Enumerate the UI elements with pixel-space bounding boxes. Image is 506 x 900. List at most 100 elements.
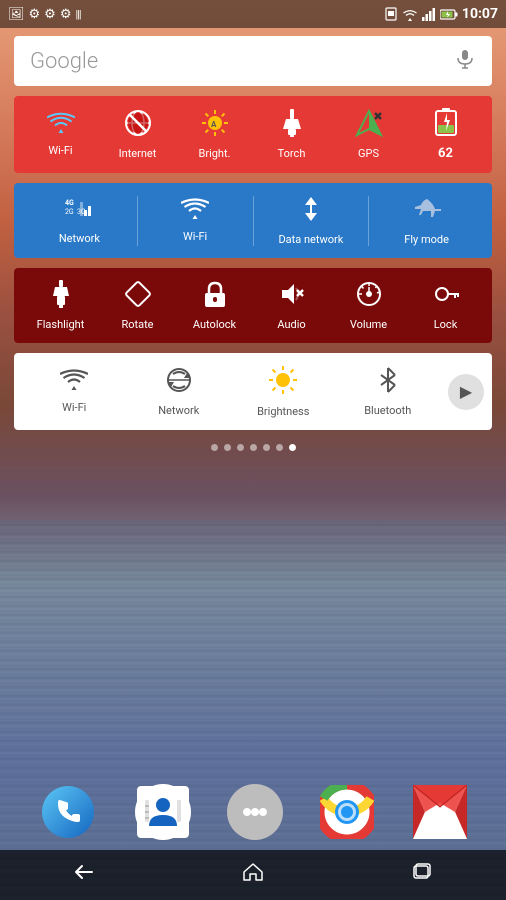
status-right-icons: 10:07: [384, 6, 498, 22]
settings-icon-2: ⚙: [44, 7, 56, 22]
recents-button[interactable]: [410, 860, 434, 890]
blue-datanetwork-label: Data network: [278, 233, 343, 246]
white-network-item[interactable]: Network: [127, 366, 232, 417]
red-torch-item[interactable]: Torch: [253, 109, 330, 160]
status-bar: 🖼 ⚙ ⚙ ⚙ ||| 10:07: [0, 0, 506, 28]
blue-datanetwork-item[interactable]: Data network: [254, 195, 369, 246]
home-button[interactable]: [241, 860, 265, 890]
white-network-label: Network: [158, 404, 199, 417]
bluetooth-icon: [378, 366, 398, 398]
dark-audio-item[interactable]: Audio: [253, 280, 330, 331]
image-status-icon: 🖼: [8, 7, 25, 22]
dark-volume-item[interactable]: Volume: [330, 280, 407, 331]
app-dock: [0, 774, 506, 850]
red-bright-item[interactable]: A Bright.: [176, 109, 253, 160]
barcode-icon: |||: [75, 8, 80, 21]
network-blue-icon: 4G 2G 3G: [65, 196, 93, 226]
dark-flashlight-item[interactable]: Flashlight: [22, 280, 99, 331]
dark-audio-label: Audio: [277, 318, 305, 331]
white-brightness-item[interactable]: Brightness: [231, 365, 336, 418]
dark-lock-item[interactable]: Lock: [407, 280, 484, 331]
dark-autolock-item[interactable]: Autolock: [176, 280, 253, 331]
lock-icon: [432, 280, 460, 312]
wifi-status-icon: [402, 8, 418, 21]
svg-text:2G: 2G: [65, 208, 74, 216]
white-wifi-item[interactable]: Wi-Fi: [22, 369, 127, 414]
dot-1[interactable]: [211, 444, 218, 451]
pagination-dots: [14, 444, 492, 451]
settings-icon-1: ⚙: [29, 7, 41, 22]
status-left-icons: 🖼 ⚙ ⚙ ⚙ |||: [8, 7, 81, 22]
red-battery-label: 62: [438, 146, 453, 161]
dot-7-active[interactable]: [289, 444, 296, 451]
svg-text:4G: 4G: [65, 199, 74, 207]
back-button[interactable]: [72, 860, 96, 890]
dot-4[interactable]: [250, 444, 257, 451]
nav-bar: [0, 850, 506, 900]
red-torch-label: Torch: [278, 147, 306, 160]
red-bright-label: Bright.: [199, 147, 231, 160]
brightness-red-icon: A: [201, 109, 229, 141]
phone-app[interactable]: [38, 782, 98, 842]
dark-rotate-label: Rotate: [121, 318, 153, 331]
white-brightness-label: Brightness: [257, 405, 309, 418]
arrow-icon: ▶: [460, 382, 472, 401]
network-white-icon: [165, 366, 193, 398]
audio-icon: [278, 280, 306, 312]
search-bar[interactable]: Google: [14, 36, 492, 86]
red-wifi-label: Wi-Fi: [48, 144, 72, 157]
red-internet-item[interactable]: Internet: [99, 109, 176, 160]
dot-2[interactable]: [224, 444, 231, 451]
dark-autolock-label: Autolock: [193, 318, 236, 331]
next-page-button[interactable]: ▶: [448, 374, 484, 410]
chrome-app[interactable]: [319, 784, 375, 840]
blue-flymode-label: Fly mode: [404, 233, 449, 246]
dark-rotate-item[interactable]: Rotate: [99, 280, 176, 331]
svg-text:A: A: [211, 120, 217, 129]
dark-flashlight-label: Flashlight: [37, 318, 85, 331]
blue-widget: 4G 2G 3G Network: [14, 183, 492, 258]
blue-wifi-label: Wi-Fi: [183, 230, 207, 243]
red-gps-label: GPS: [358, 147, 379, 160]
wifi-blue-icon: [181, 198, 209, 224]
gps-icon: [355, 109, 383, 141]
torch-icon: [279, 109, 305, 141]
red-widget: Wi-Fi Internet: [14, 96, 492, 173]
dark-volume-label: Volume: [350, 318, 387, 331]
autolock-icon: [203, 280, 227, 312]
white-widget: Wi-Fi Network: [14, 353, 492, 430]
sim-icon: [384, 7, 398, 21]
blue-network-label: Network: [59, 232, 100, 245]
dot-6[interactable]: [276, 444, 283, 451]
brightness-white-icon: [268, 365, 298, 399]
white-bluetooth-label: Bluetooth: [364, 404, 411, 417]
red-gps-item[interactable]: GPS: [330, 109, 407, 160]
signal-icon: [422, 8, 436, 21]
launcher-app[interactable]: [227, 784, 283, 840]
search-placeholder: Google: [30, 49, 98, 74]
dot-3[interactable]: [237, 444, 244, 451]
dark-lock-label: Lock: [434, 318, 458, 331]
blue-network-item[interactable]: 4G 2G 3G Network: [22, 196, 137, 245]
red-internet-label: Internet: [119, 147, 157, 160]
battery-status-icon: [440, 8, 458, 21]
white-wifi-label: Wi-Fi: [62, 401, 86, 414]
contacts-app[interactable]: [135, 784, 191, 840]
clock: 10:07: [462, 6, 498, 22]
volume-icon: [355, 280, 383, 312]
red-wifi-item[interactable]: Wi-Fi: [22, 112, 99, 157]
blue-flymode-item[interactable]: Fly mode: [369, 195, 484, 246]
internet-icon: [124, 109, 152, 141]
flymode-icon: [413, 195, 441, 227]
wifi-white-icon: [60, 369, 88, 395]
dark-widget: Flashlight Rotate Autolock: [14, 268, 492, 343]
gmail-app[interactable]: [412, 784, 468, 840]
red-battery-item[interactable]: 62: [407, 108, 484, 161]
datanetwork-icon: [297, 195, 325, 227]
rotate-icon: [124, 280, 152, 312]
dot-5[interactable]: [263, 444, 270, 451]
mic-icon[interactable]: [454, 48, 476, 74]
blue-wifi-item[interactable]: Wi-Fi: [138, 198, 253, 243]
white-bluetooth-item[interactable]: Bluetooth: [336, 366, 441, 417]
wifi-icon: [47, 112, 75, 138]
